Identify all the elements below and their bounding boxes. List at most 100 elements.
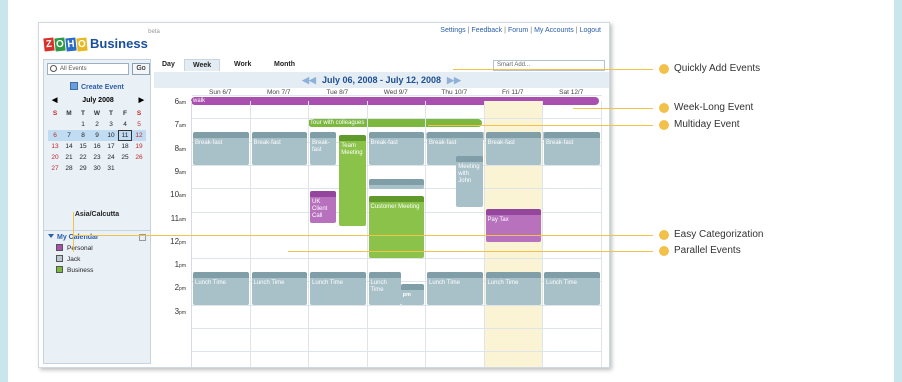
- hour-line: [192, 258, 602, 260]
- mini-calendar-day[interactable]: 2: [90, 119, 104, 130]
- mini-calendar-day[interactable]: 11: [118, 130, 132, 141]
- calendar-event[interactable]: 1:00 pm Lunch Time: [310, 272, 366, 306]
- calendar-event[interactable]: 8:00 am Meeting with John: [456, 155, 483, 208]
- mini-calendar-day[interactable]: 29: [76, 163, 90, 174]
- zoho-business-logo: Z O H O Business beta: [43, 29, 160, 52]
- top-link-logout[interactable]: Logout: [580, 27, 601, 34]
- mini-calendar-day[interactable]: 31: [104, 163, 118, 174]
- callout-line: [288, 251, 653, 252]
- mini-calendar-day[interactable]: 9: [90, 130, 104, 141]
- checkbox-icon[interactable]: [56, 255, 63, 262]
- event-time: 10:00 am: [370, 197, 395, 204]
- event-time: 7:00 am: [195, 133, 216, 140]
- hour-label: 6am: [156, 97, 186, 106]
- mini-calendar-grid: S M T W T F S 1 2 3 4 5 6 7 8 9 10 11 12 13 14 15 16 17 18 19 20 21…: [48, 108, 148, 174]
- hour-label: 12pm: [156, 237, 186, 246]
- mini-calendar-day[interactable]: 27: [48, 163, 62, 174]
- mini-calendar-day[interactable]: 24: [104, 152, 118, 163]
- mini-calendar-day[interactable]: 20: [48, 152, 62, 163]
- mini-calendar-day[interactable]: 23: [90, 152, 104, 163]
- calendar-item-business[interactable]: Business: [56, 266, 146, 274]
- prev-week-icon[interactable]: ◀◀: [302, 75, 316, 85]
- mini-calendar-day[interactable]: 21: [62, 152, 76, 163]
- mini-calendar-day[interactable]: 7: [62, 130, 76, 141]
- prev-month-button[interactable]: ◀: [52, 96, 57, 106]
- calendar-item-personal[interactable]: Personal: [56, 244, 146, 252]
- next-month-button[interactable]: ▶: [139, 96, 144, 106]
- mini-calendar-day[interactable]: 12: [132, 130, 146, 141]
- calendar-event[interactable]: 10:00 am Customer Meeting: [368, 196, 424, 259]
- mini-calendar-day[interactable]: 8: [76, 130, 90, 141]
- mini-calendar-day[interactable]: 16: [90, 141, 104, 152]
- mini-calendar-day[interactable]: 19: [132, 141, 146, 152]
- tab-work[interactable]: Work: [226, 59, 259, 71]
- stage: Z O H O Business beta Settings | Feedback |…: [8, 0, 894, 382]
- calendar-event[interactable]: 1:00 pm Lunch Time: [368, 272, 401, 306]
- tab-month[interactable]: Month: [266, 59, 303, 71]
- checkbox-icon[interactable]: [56, 244, 63, 251]
- calendar-event[interactable]: 1:00 pm Lunch Time: [485, 272, 541, 306]
- mini-calendar-day[interactable]: 22: [76, 152, 90, 163]
- event-title: Team Meeting: [341, 142, 363, 156]
- event-time: 1:00 pm: [429, 273, 450, 280]
- hour-suffix: am: [179, 193, 186, 200]
- create-event-button[interactable]: Create Event: [70, 82, 124, 91]
- mini-calendar-day[interactable]: 26: [132, 152, 146, 163]
- mini-calendar-day[interactable]: 18: [118, 141, 132, 152]
- mini-calendar-day[interactable]: 15: [76, 141, 90, 152]
- calendar-event[interactable]: 7:00 am Break-fast: [368, 132, 424, 166]
- top-link-settings[interactable]: Settings: [440, 27, 465, 34]
- calendar-event[interactable]: 7:30 am Team Meeting: [339, 134, 366, 226]
- timezone-label: Asia/Calcutta: [74, 211, 120, 218]
- calendar-event[interactable]: 9:00 am: [368, 178, 424, 189]
- mini-calendar-day[interactable]: 14: [62, 141, 76, 152]
- callout-label: Parallel Events: [674, 245, 741, 256]
- hour-number: 12: [170, 236, 180, 246]
- calendar-event[interactable]: 1:00 pm Lunch Time: [427, 272, 483, 306]
- calendar-event[interactable]: 7:00 am Break-fast: [251, 132, 307, 166]
- calendar-event[interactable]: 7:00 am Break-fast: [310, 132, 337, 166]
- top-link-my-accounts[interactable]: My Accounts: [534, 27, 574, 34]
- event-time: 7:00 am: [487, 133, 509, 140]
- calendar-event[interactable]: 9:30 am UK Client Call: [310, 190, 337, 224]
- mini-calendar-day[interactable]: 4: [118, 119, 132, 130]
- mini-calendar-day[interactable]: 30: [90, 163, 104, 174]
- top-link-feedback[interactable]: Feedback: [471, 27, 502, 34]
- hour-number: 10: [170, 190, 180, 200]
- event-time: 8:00 am: [458, 156, 479, 163]
- top-link-forum[interactable]: Forum: [508, 27, 528, 34]
- calendar-item-jack[interactable]: Jack: [56, 255, 146, 263]
- event-time: 7:00 am: [370, 133, 392, 140]
- event-title: Meeting with John: [458, 163, 480, 184]
- tab-day[interactable]: Day: [154, 59, 183, 71]
- calendar-event[interactable]: 7:00 am Break-fast: [544, 132, 600, 166]
- calendar-event[interactable]: 1:00 pm Lunch Time: [544, 272, 600, 306]
- calendar-event[interactable]: 7:00 am Break-fast: [193, 132, 249, 166]
- mini-calendar-day[interactable]: 10: [104, 130, 118, 141]
- mini-calendar-day[interactable]: 25: [118, 152, 132, 163]
- calendar-event[interactable]: 1:00 pm Lunch Time: [251, 272, 307, 306]
- event-time: 7:00 am: [312, 133, 333, 140]
- calendar-event[interactable]: 10:30 am Pay Tax: [485, 209, 541, 243]
- next-week-icon[interactable]: ▶▶: [447, 75, 461, 85]
- mini-calendar-day[interactable]: 5: [132, 119, 146, 130]
- tab-week[interactable]: Week: [184, 59, 221, 71]
- mini-calendar-day[interactable]: 3: [104, 119, 118, 130]
- calendar-event[interactable]: 1:00 pm Lunch Time: [193, 272, 249, 306]
- mini-calendar-day[interactable]: 1: [76, 119, 90, 130]
- calendar-event[interactable]: 1:30 pm: [400, 283, 424, 306]
- go-button[interactable]: Go: [132, 63, 150, 75]
- search-icon: [50, 65, 57, 72]
- calendar-event[interactable]: 7:00 am Break-fast: [485, 132, 541, 166]
- collapse-triangle-icon: [48, 234, 54, 238]
- mini-calendar-day[interactable]: 6: [48, 130, 62, 141]
- mini-calendar-day[interactable]: 13: [48, 141, 62, 152]
- event-time: 1:00 pm: [546, 273, 567, 280]
- mini-calendar-day[interactable]: 17: [104, 141, 118, 152]
- search-input[interactable]: All Events: [47, 63, 129, 75]
- checkbox-icon[interactable]: [56, 266, 63, 273]
- calendar-item-label: Business: [67, 267, 94, 274]
- mini-calendar-day[interactable]: 28: [62, 163, 76, 174]
- event-title: Break-fast: [429, 140, 457, 147]
- hour-label: 3pm: [156, 307, 186, 316]
